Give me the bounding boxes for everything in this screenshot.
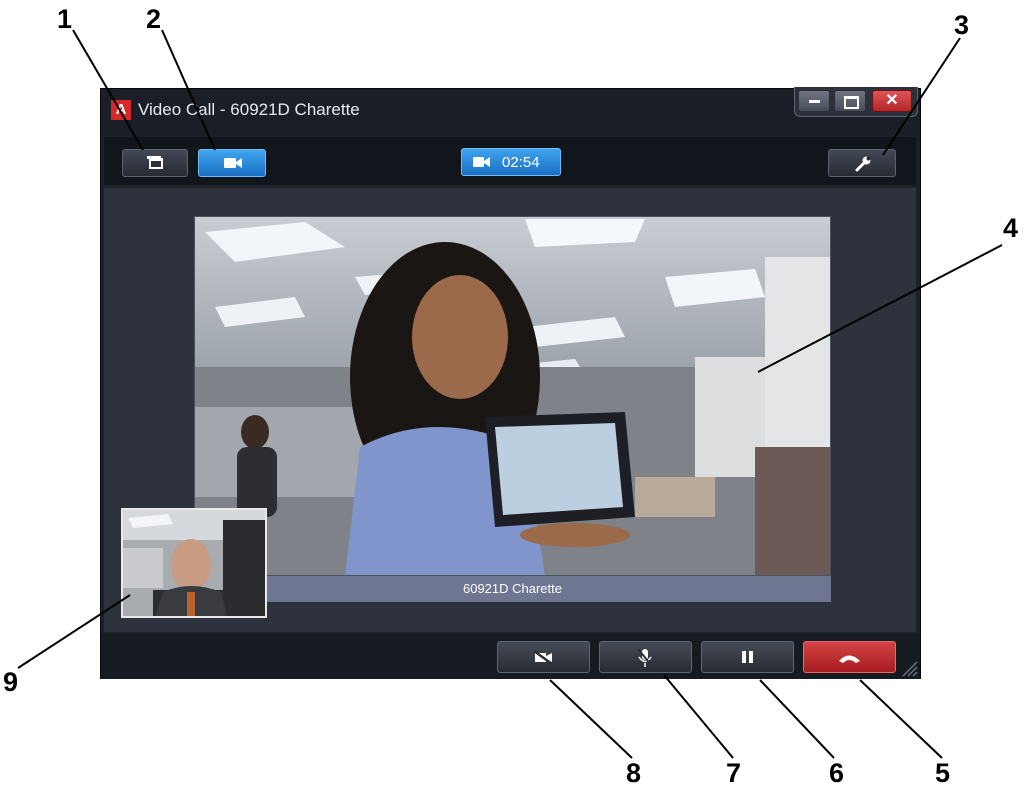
callout-8: 8: [626, 758, 642, 788]
callout-7: 7: [726, 758, 742, 788]
callout-1: 1: [57, 4, 73, 34]
callout-6: 6: [829, 758, 845, 788]
callout-3: 3: [954, 10, 970, 40]
callout-9: 9: [3, 667, 19, 697]
callout-5: 5: [935, 758, 951, 788]
callout-2: 2: [146, 4, 162, 34]
callout-4: 4: [1003, 213, 1019, 243]
callout-lines: [17, 29, 1003, 759]
